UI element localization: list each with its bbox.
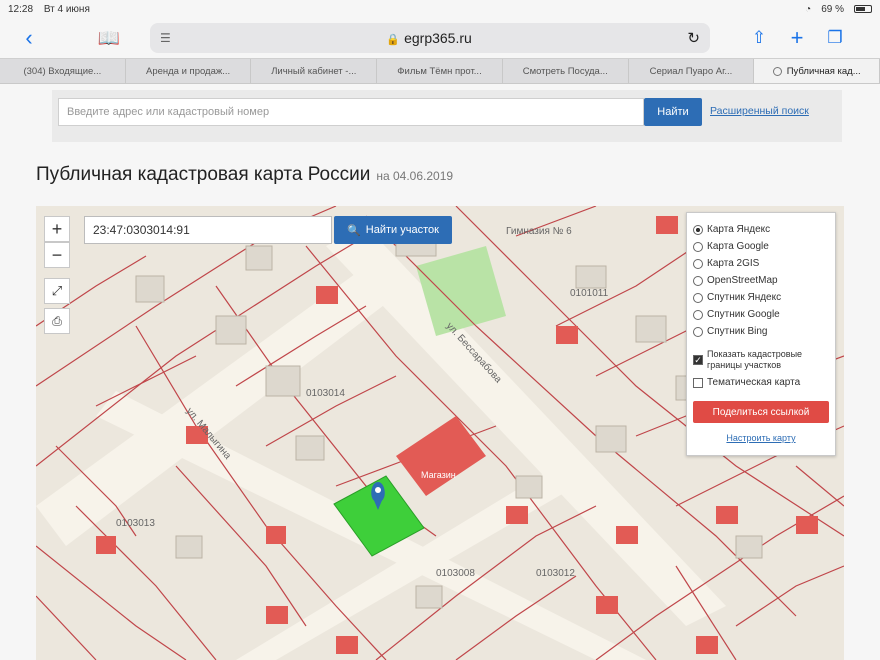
school-label: Гимназия № 6 xyxy=(506,226,572,237)
tab-1[interactable]: Аренда и продаж... xyxy=(126,59,252,83)
print-icon: ⎙ xyxy=(52,313,62,328)
thematic-map-label: Тематическая карта xyxy=(707,377,801,388)
block-label-5: 0103012 xyxy=(536,568,575,579)
tabs-icon: ❐ xyxy=(827,28,843,47)
url-text: egrp365.ru xyxy=(404,30,472,46)
layer-option-2[interactable]: Карта 2GIS xyxy=(693,255,829,272)
layer-label: Спутник Яндекс xyxy=(707,292,782,303)
bookmarks-button[interactable]: 📖 xyxy=(90,22,128,54)
layer-label: Карта 2GIS xyxy=(707,258,760,269)
checkbox-checked-icon[interactable]: ✓ xyxy=(693,355,703,365)
find-parcel-label: Найти участок xyxy=(365,224,439,236)
find-parcel-button[interactable]: 🔍 Найти участок xyxy=(334,216,452,244)
radio-icon[interactable] xyxy=(693,309,703,320)
layer-option-4[interactable]: Спутник Яндекс xyxy=(693,289,829,306)
tab-2[interactable]: Личный кабинет -... xyxy=(251,59,378,83)
page-title: Публичная кадастровая карта России на 04.… xyxy=(36,164,453,186)
block-label-3: 0103008 xyxy=(436,568,475,579)
layer-option-5[interactable]: Спутник Google xyxy=(693,306,829,323)
status-date: Вт 4 июня xyxy=(43,3,90,15)
battery-icon xyxy=(854,5,872,13)
cadastral-number-input[interactable]: 23:47:0303014:91 xyxy=(84,216,332,244)
browser-toolbar: ‹ 📖 ☰ 🔒 egrp365.ru ↻ ⇧ + ❐ xyxy=(0,18,880,58)
tab-label: Фильм Тёмн прот... xyxy=(397,65,482,77)
layer-option-3[interactable]: OpenStreetMap xyxy=(693,272,829,289)
layer-label: Карта Яндекс xyxy=(707,224,771,235)
address-bar[interactable]: ☰ 🔒 egrp365.ru ↻ xyxy=(150,23,710,53)
page-date: на 04.06.2019 xyxy=(376,169,454,183)
share-icon: ⇧ xyxy=(751,28,767,47)
share-button[interactable]: ⇧ xyxy=(740,22,778,54)
tab-label: Личный кабинет -... xyxy=(271,65,357,77)
plus-icon: + xyxy=(790,25,804,50)
cadastral-map[interactable]: Гимназия № 6 ул. Малыгина ул. Бессарабов… xyxy=(36,206,844,660)
wifi-icon: ◔ xyxy=(805,3,812,15)
radio-icon[interactable] xyxy=(693,275,703,286)
tab-label: Сериал Пуаро Аг... xyxy=(649,65,733,77)
page-title-text: Публичная кадастровая карта России xyxy=(36,164,371,185)
show-borders-label: Показать кадастровые границы участков xyxy=(707,349,803,370)
block-label-4: 0101011 xyxy=(570,288,609,299)
layer-option-0[interactable]: Карта Яндекс xyxy=(693,221,829,238)
tab-label: Смотреть Посуда... xyxy=(522,65,608,77)
new-tab-button[interactable]: + xyxy=(778,22,816,54)
search-input[interactable]: Введите адрес или кадастровый номер xyxy=(58,98,644,126)
status-time: 12:28 xyxy=(8,3,34,15)
chevron-left-icon: ‹ xyxy=(25,25,33,50)
radio-icon[interactable] xyxy=(693,241,703,252)
tab-3[interactable]: Фильм Тёмн прот... xyxy=(377,59,503,83)
print-button[interactable]: ⎙ xyxy=(44,308,70,334)
show-borders-option[interactable]: ✓ Показать кадастровые границы участков xyxy=(693,346,829,374)
radio-icon[interactable] xyxy=(693,326,703,337)
zoom-in-button[interactable]: + xyxy=(44,216,70,242)
radio-icon[interactable] xyxy=(693,224,703,235)
layer-option-6[interactable]: Спутник Bing xyxy=(693,323,829,340)
tab-label: (304) Входящие... xyxy=(23,65,102,77)
share-link-button[interactable]: Поделиться ссылкой xyxy=(693,401,829,423)
layer-label: Карта Google xyxy=(707,241,769,252)
tab-6[interactable]: Публичная кад... xyxy=(754,59,880,83)
measure-button[interactable]: ⤢ xyxy=(44,278,70,304)
reload-icon[interactable]: ↻ xyxy=(687,29,700,47)
status-battery: 69 % xyxy=(821,3,844,15)
tab-4[interactable]: Смотреть Посуда... xyxy=(503,59,629,83)
ruler-icon: ⤢ xyxy=(51,283,63,298)
layer-panel: Карта Яндекс Карта Google Карта 2GIS OpenSt… xyxy=(686,212,836,456)
tab-strip: (304) Входящие... Аренда и продаж... Личны… xyxy=(0,58,880,84)
configure-map-link[interactable]: Настроить карту xyxy=(693,433,829,443)
page-content: Введите адрес или кадастровый номер Найт… xyxy=(0,84,880,660)
page-icon xyxy=(772,66,782,76)
search-button[interactable]: Найти xyxy=(644,98,702,126)
radio-icon[interactable] xyxy=(693,258,703,269)
search-icon: 🔍 xyxy=(347,224,361,237)
lock-icon: 🔒 xyxy=(386,34,401,46)
zoom-out-button[interactable]: − xyxy=(44,242,70,268)
shop-label: Магазин xyxy=(421,470,456,480)
thematic-map-option[interactable]: Тематическая карта xyxy=(693,374,829,391)
block-label-2: 0103013 xyxy=(116,518,155,529)
layer-label: OpenStreetMap xyxy=(707,275,778,286)
road xyxy=(326,226,726,626)
tab-label: Публичная кад... xyxy=(786,65,861,77)
tab-5[interactable]: Сериал Пуаро Аг... xyxy=(629,59,755,83)
layer-label: Спутник Bing xyxy=(707,326,768,337)
back-button[interactable]: ‹ xyxy=(10,22,48,54)
tab-0[interactable]: (304) Входящие... xyxy=(0,59,126,83)
book-icon: 📖 xyxy=(97,27,121,48)
status-bar: 12:28 Вт 4 июня ◔ 69 % xyxy=(0,0,880,18)
layer-option-1[interactable]: Карта Google xyxy=(693,238,829,255)
reader-icon: ☰ xyxy=(160,31,171,45)
advanced-search-link[interactable]: Расширенный поиск xyxy=(710,105,809,117)
checkbox-icon[interactable] xyxy=(693,377,703,388)
radio-icon[interactable] xyxy=(693,292,703,303)
tabs-button[interactable]: ❐ xyxy=(816,22,854,54)
search-bar: Введите адрес или кадастровый номер Найт… xyxy=(52,90,842,142)
shop-building xyxy=(396,416,486,496)
block-label-1: 0103014 xyxy=(306,388,345,399)
layer-label: Спутник Google xyxy=(707,309,780,320)
tab-label: Аренда и продаж... xyxy=(145,65,231,77)
